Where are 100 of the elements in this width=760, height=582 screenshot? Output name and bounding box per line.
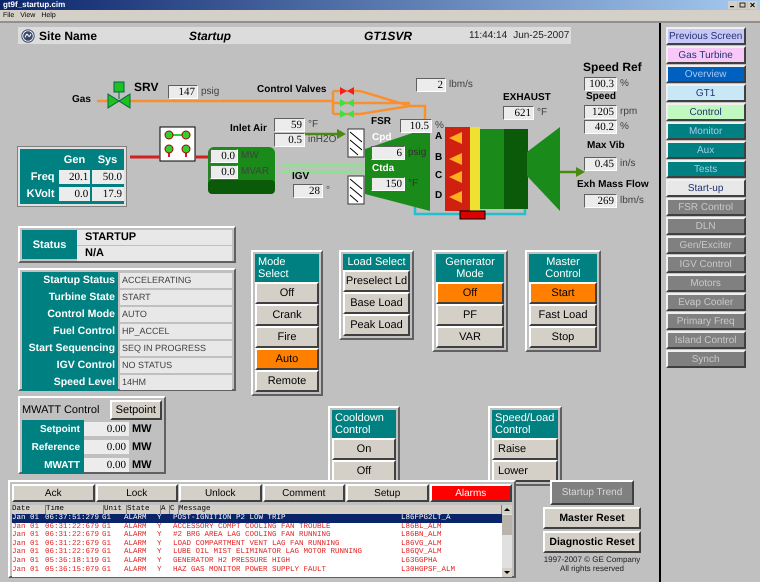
unit-label: in/s	[620, 158, 636, 170]
select-button[interactable]: Start	[529, 282, 597, 304]
select-button[interactable]: Off	[332, 460, 396, 482]
time-text: 11:44:14	[469, 30, 508, 41]
unit-label: °F	[308, 119, 318, 131]
copyright-text: 1997-2007 © GE Company All rights reserved	[544, 555, 640, 573]
group-title: Load Select	[343, 254, 410, 270]
select-button[interactable]: Peak Load	[343, 314, 410, 336]
nav-button[interactable]: GT1	[666, 84, 746, 102]
alarm-toolbar-button[interactable]: Ack	[12, 484, 94, 502]
diagram-label: Speed	[586, 91, 616, 103]
value-display: 59	[274, 118, 305, 132]
value-display: 50.0	[92, 170, 124, 184]
field-label: Speed Level	[22, 374, 118, 391]
nav-button[interactable]: Previous Screen	[666, 27, 746, 45]
field-label: Setpoint	[39, 424, 81, 434]
group-title: Generator Mode	[436, 254, 504, 282]
diagram-label: Max Vib	[587, 140, 625, 152]
field-label: Turbine State	[22, 289, 118, 306]
reset-button[interactable]: Diagnostic Reset	[543, 531, 641, 553]
unit-label: psig	[201, 86, 220, 98]
screen-title: Startup	[189, 28, 232, 42]
select-button[interactable]: Fast Load	[529, 304, 597, 326]
unit-label: inH2O	[308, 134, 336, 146]
select-button[interactable]: Raise	[492, 438, 558, 460]
value-display: 621	[503, 106, 534, 120]
select-button[interactable]: Off	[255, 282, 319, 304]
status-value: STARTUP	[77, 230, 232, 245]
select-button[interactable]: Lower	[492, 460, 558, 482]
unit-label: MW	[132, 459, 152, 471]
field-value: AUTO	[120, 307, 232, 322]
select-button[interactable]: PF	[436, 304, 504, 326]
value-display: 1205	[584, 105, 617, 119]
value-display: 0.0	[210, 165, 238, 179]
minimize-button[interactable]	[728, 1, 737, 9]
diagram-label: Exh Mass Flow	[577, 179, 649, 191]
value-display: 20.1	[58, 170, 90, 184]
value-display: 100.3	[584, 77, 617, 91]
close-button[interactable]	[748, 1, 757, 9]
field-label: IGV Control	[22, 357, 118, 374]
alarm-toolbar-button[interactable]: Alarms	[430, 484, 512, 502]
status-value: N/A	[77, 246, 232, 261]
select-button[interactable]: On	[332, 438, 396, 460]
nav-button[interactable]: Start-up	[666, 179, 746, 197]
value-display: 0.5	[274, 133, 305, 147]
select-button[interactable]: Crank	[255, 304, 319, 326]
field-value: 14HM	[120, 375, 232, 390]
nav-button[interactable]: Gas Turbine	[666, 46, 746, 64]
alarm-toolbar-button[interactable]: Comment	[262, 484, 345, 502]
select-button[interactable]: Auto	[255, 348, 319, 370]
nav-button[interactable]: Control	[666, 103, 746, 121]
select-button[interactable]: Remote	[255, 370, 319, 392]
diagram-label: Cpd	[372, 132, 392, 144]
row-label: Freq	[30, 170, 56, 182]
hatch-icon	[348, 176, 364, 204]
panel-title: MWATT Control	[22, 404, 100, 416]
value-display: 6	[371, 146, 405, 160]
value-display: 17.9	[92, 186, 124, 200]
group-title: Speed/Load Control	[492, 410, 558, 438]
window-title: gt9f_startup.cim	[3, 0, 66, 10]
select-button[interactable]: Base Load	[343, 292, 410, 314]
unit-label: °F	[537, 107, 548, 119]
diagram-label: Inlet Air	[230, 123, 267, 135]
unit-label: rpm	[620, 106, 638, 118]
hatch-icon	[348, 128, 364, 158]
maximize-button[interactable]	[738, 1, 747, 9]
site-name: Site Name	[39, 28, 98, 42]
select-button[interactable]: Off	[436, 282, 504, 304]
diagram-label: SRV	[134, 81, 158, 93]
field-value: SEQ IN PROGRESS	[120, 341, 232, 356]
field-value: NO STATUS	[120, 358, 232, 373]
scroll-up-icon[interactable]	[502, 505, 512, 514]
alarm-toolbar-button[interactable]: Setup	[346, 484, 428, 502]
field-value: ACCELERATING	[120, 273, 232, 288]
scroll-down-icon[interactable]	[502, 568, 512, 577]
field-label: MWATT	[43, 460, 81, 470]
scroll-thumb[interactable]	[502, 515, 512, 535]
value-display: 0.00	[84, 440, 129, 454]
field-value: HP_ACCEL	[120, 324, 232, 339]
select-button[interactable]: Fire	[255, 326, 319, 348]
alarm-toolbar-button[interactable]: Lock	[96, 484, 178, 502]
scrollbar[interactable]	[502, 505, 512, 577]
alarm-toolbar-button[interactable]: Unlock	[179, 484, 262, 502]
value-display: 0.00	[84, 422, 129, 436]
row-label: KVolt	[26, 188, 56, 200]
unit-label: psig	[408, 147, 426, 159]
diagram-label: Gas	[72, 94, 91, 106]
unit-label: MW	[241, 150, 259, 162]
nav-button[interactable]: Overview	[666, 65, 746, 83]
select-button[interactable]: VAR	[436, 326, 504, 348]
unit-name: GT1SVR	[364, 28, 414, 42]
breaker-drawing	[160, 126, 196, 162]
field-label: Reference	[30, 442, 81, 452]
select-button[interactable]: Stop	[529, 326, 597, 348]
field-label: Start Sequencing	[22, 340, 118, 357]
setpoint-button[interactable]: Setpoint	[110, 400, 162, 420]
value-display: 0.0	[58, 186, 90, 200]
select-button[interactable]: Preselect Ld	[343, 270, 410, 292]
combustor-label: D	[435, 190, 442, 202]
reset-button[interactable]: Master Reset	[543, 507, 641, 529]
